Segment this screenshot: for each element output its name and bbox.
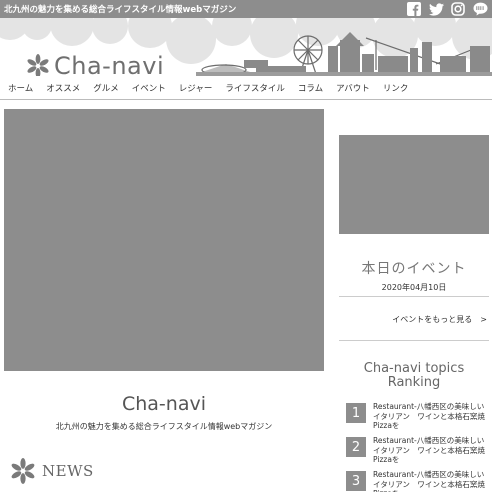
top-bar: 北九州の魅力を集める総合ライフスタイル情報webマガジン <box>0 0 492 18</box>
nav-item-event[interactable]: イベント <box>132 82 166 94</box>
city-skyline-illustration <box>196 32 492 76</box>
topics-ranking-title: Cha-navi topics Ranking <box>339 362 489 390</box>
rank-text: Restaurant-八幡西区の美味しいイタリアン ワインと本格石窯焼Pizza… <box>373 470 485 492</box>
rank-number: 1 <box>346 403 366 423</box>
divider <box>339 340 489 341</box>
news-heading: NEWS <box>10 458 94 484</box>
news-heading-text: NEWS <box>42 462 94 480</box>
line-icon[interactable] <box>470 0 490 18</box>
divider <box>339 296 489 297</box>
decorative-bubble <box>92 18 128 44</box>
facebook-icon[interactable] <box>404 0 424 18</box>
hero-image-placeholder[interactable] <box>4 109 324 371</box>
logo-text: Cha-navi <box>54 52 165 76</box>
hero-title: Cha-navi <box>121 393 206 415</box>
rank-number: 2 <box>346 437 366 457</box>
nav-item-recommend[interactable]: オススメ <box>46 82 80 94</box>
nav-item-gourmet[interactable]: グルメ <box>93 82 119 94</box>
rank-text: Restaurant-八幡西区の美味しいイタリアン ワインと本格石窯焼Pizza… <box>373 402 485 430</box>
more-events-link[interactable]: イベントをもっと見る > <box>339 314 489 325</box>
nav-item-lifestyle[interactable]: ライフスタイル <box>225 82 285 94</box>
site-tagline: 北九州の魅力を集める総合ライフスタイル情報webマガジン <box>4 5 237 15</box>
sidebar-image-placeholder[interactable] <box>339 135 489 234</box>
nav-item-link[interactable]: リンク <box>383 82 409 94</box>
nav-item-about[interactable]: アバウト <box>336 82 370 94</box>
flower-icon <box>11 458 35 484</box>
nav-item-column[interactable]: コラム <box>298 82 323 94</box>
rank-number: 3 <box>346 471 366 491</box>
topics-title-line1: Cha-navi topics <box>363 361 465 376</box>
rank-text: Restaurant-八幡西区の美味しいイタリアン ワインと本格石窯焼Pizza… <box>373 436 485 464</box>
site-logo[interactable]: Cha-navi <box>26 52 164 76</box>
decorative-bubble <box>50 18 94 46</box>
ranking-item[interactable]: 2 Restaurant-八幡西区の美味しいイタリアン ワインと本格石窯焼Piz… <box>346 436 491 464</box>
header-banner: Cha-navi <box>0 18 492 76</box>
decorative-bubble <box>22 18 52 40</box>
nav-item-home[interactable]: ホーム <box>8 82 33 94</box>
event-date: 2020年04月10日 <box>381 283 447 292</box>
instagram-icon[interactable] <box>448 0 468 18</box>
main-nav: ホーム オススメ グルメ イベント レジャー ライフスタイル コラム アバウト … <box>0 76 492 100</box>
event-title: 本日のイベント <box>361 261 467 277</box>
nav-item-leisure[interactable]: レジャー <box>179 82 213 94</box>
ranking-item[interactable]: 1 Restaurant-八幡西区の美味しいイタリアン ワインと本格石窯焼Piz… <box>346 402 491 430</box>
decorative-bubble <box>128 18 172 48</box>
hero-subtitle: 北九州の魅力を集める総合ライフスタイル情報webマガジン <box>55 422 273 431</box>
twitter-icon[interactable] <box>426 0 446 18</box>
flower-logo-icon <box>27 54 49 76</box>
ranking-item[interactable]: 3 Restaurant-八幡西区の美味しいイタリアン ワインと本格石窯焼Piz… <box>346 470 491 492</box>
topics-title-line2: Ranking <box>387 375 441 390</box>
